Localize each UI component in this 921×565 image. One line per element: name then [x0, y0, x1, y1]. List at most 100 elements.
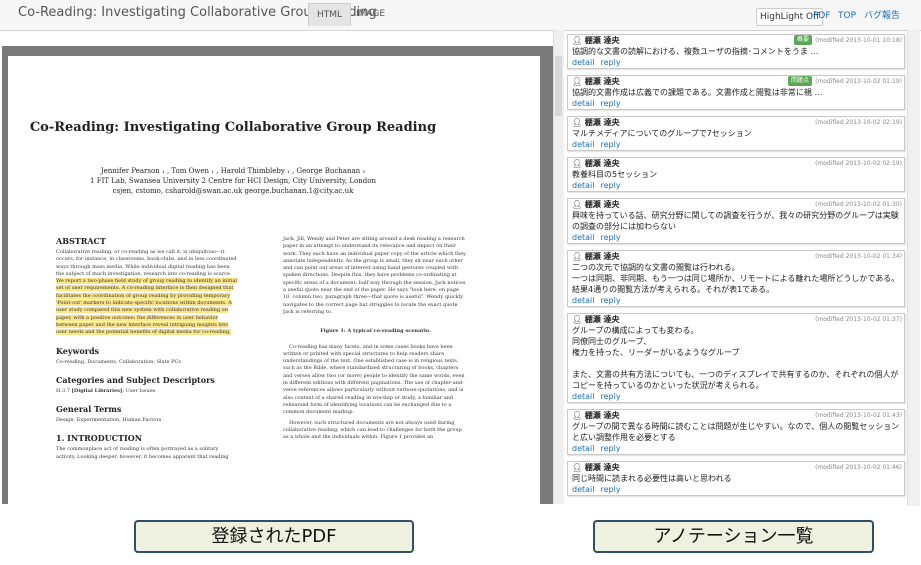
- annotation-actions: detail reply: [568, 232, 904, 243]
- intro-heading: 1. INTRODUCTION: [56, 433, 143, 444]
- annotation-text: 二つの次元で協調的な文書の閲覧は行われる。 一つは同期、非同期、もう一つは同じ場…: [572, 263, 900, 294]
- abstract-highlight[interactable]: We report a two-phase field study of gro…: [56, 278, 238, 336]
- annotation-caption-label: アノテーション一覧: [593, 520, 874, 553]
- annotation-card[interactable]: 👤︎ 棚瀬 達央 (modified 2013-10-02 01:46) 同じ時間…: [567, 461, 905, 496]
- detail-link[interactable]: detail: [572, 296, 594, 305]
- annotation-card[interactable]: 👤︎ 棚瀬 達央 問題点 (modified 2013-10-02 01:19) 協…: [567, 75, 905, 110]
- annotation-card[interactable]: 👤︎ 棚瀬 達央 (modified 2013-10-02 02:19) 教養科目…: [567, 157, 905, 192]
- pdf-link[interactable]: PDF: [813, 8, 831, 24]
- abstract-plain: Collaborative reading, or co-reading as …: [56, 249, 237, 277]
- detail-link[interactable]: detail: [572, 233, 594, 242]
- annotation-text: 教養科目の5セッション: [572, 170, 658, 179]
- annotation-date: (modified 2013-10-02 01:37): [815, 316, 902, 323]
- paper-authors-block: Jennifer Pearson ₁ , Tom Owen ₁ , Harold…: [8, 166, 458, 196]
- annotation-date: (modified 2013-10-02 02:19): [815, 119, 902, 126]
- annotation-actions: detail reply: [568, 139, 904, 150]
- annotation-date: (modified 2013-10-02 01:43): [815, 412, 902, 419]
- detail-link[interactable]: detail: [572, 444, 594, 453]
- annotation-card[interactable]: 👤︎ 棚瀬 達央 (modified 2013-10-02 01:43) グループ…: [567, 409, 905, 455]
- annotation-text: 協調的な文書の読解における、複数ユーザの指摘･コメントをうま …: [572, 47, 819, 56]
- annotation-author: 棚瀬 達央: [584, 463, 620, 472]
- detail-link[interactable]: detail: [572, 392, 594, 401]
- annotation-header: 👤︎ 棚瀬 達央 (modified 2013-10-02 01:37): [568, 314, 904, 325]
- user-icon: 👤︎: [572, 252, 583, 261]
- terms-heading: General Terms: [56, 404, 122, 415]
- pdf-scrollbar[interactable]: [553, 30, 564, 504]
- top-toolbar: Co-Reading: Investigating Collaborative …: [0, 0, 921, 31]
- user-icon: 👤︎: [572, 411, 583, 420]
- annotation-card[interactable]: 👤︎ 棚瀬 達央 (modified 2013-10-02 01:34) 二つの次…: [567, 250, 905, 307]
- user-icon: 👤︎: [572, 36, 583, 45]
- user-icon: 👤︎: [572, 200, 583, 209]
- abstract-heading: ABSTRACT: [56, 236, 106, 246]
- annotation-header: 👤︎ 棚瀬 達央 問題点 (modified 2013-10-02 01:19): [568, 76, 904, 87]
- annotation-date: (modified 2013-10-02 01:34): [815, 253, 902, 260]
- annotation-header: 👤︎ 棚瀬 達央 (modified 2013-10-02 01:30): [568, 199, 904, 210]
- annotation-header: 👤︎ 棚瀬 達央 (modified 2013-10-02 01:43): [568, 410, 904, 421]
- paper-title: Co-Reading: Investigating Collaborative …: [29, 120, 437, 135]
- annotation-text: 同じ時間に読まれる必要性は高いと思われる: [572, 474, 732, 483]
- annotation-card[interactable]: 👤︎ 棚瀬 達央 (modified 2013-10-02 01:37) グループ…: [567, 313, 905, 403]
- annotation-author: 棚瀬 達央: [584, 36, 620, 45]
- detail-link[interactable]: detail: [572, 99, 594, 108]
- annotation-actions: detail reply: [568, 98, 904, 109]
- annotation-author: 棚瀬 達央: [584, 159, 620, 168]
- annotation-badge: 問題点: [787, 76, 812, 86]
- paper-right-column: Jack, Jill, Wendy and Peter are sitting …: [283, 236, 468, 441]
- pdf-caption-label: 登録されたPDF: [134, 520, 414, 553]
- annotation-actions: detail reply: [568, 443, 904, 454]
- annotation-author: 棚瀬 達央: [584, 200, 620, 209]
- annotation-author: 棚瀬 達央: [584, 411, 620, 420]
- annotation-card[interactable]: 👤︎ 棚瀬 達央 (modified 2013-10-02 02:19) マルチメ…: [567, 116, 905, 151]
- reply-link[interactable]: reply: [600, 296, 620, 305]
- categories-heading: Categories and Subject Descriptors: [56, 374, 215, 385]
- body-paragraph-2: However, such structured documents are n…: [283, 419, 462, 441]
- annotation-text: グループの間で異なる時間に読むことは問題が生じやすい。なので、個人の閲覧セッショ…: [572, 422, 900, 442]
- annotation-text: グループの構成によっても変わる。 同僚同士のグループ、 権力を持った、リーダーが…: [572, 326, 899, 390]
- detail-link[interactable]: detail: [572, 485, 594, 494]
- pdf-scrollbar-thumb[interactable]: [555, 56, 562, 116]
- tab-image[interactable]: IMAGE: [348, 3, 393, 25]
- user-icon: 👤︎: [572, 118, 583, 127]
- paper-affiliations: 1 FIT Lab, Swansea University 2 Centre f…: [90, 177, 376, 185]
- annotation-list: 👤︎ 棚瀬 達央 概要 (modified 2013-10-01 10:18) 協調…: [567, 32, 907, 505]
- reply-link[interactable]: reply: [600, 99, 620, 108]
- annotation-header: 👤︎ 棚瀬 達央 (modified 2013-10-02 01:46): [568, 462, 904, 473]
- annotation-header: 👤︎ 棚瀬 達央 (modified 2013-10-02 02:19): [568, 158, 904, 169]
- annotation-card[interactable]: 👤︎ 棚瀬 達央 概要 (modified 2013-10-01 10:18) 協調…: [567, 34, 905, 69]
- annotation-card[interactable]: 👤︎ 棚瀬 達央 (modified 2013-10-02 01:30) 興味を持…: [567, 198, 905, 244]
- annotation-header: 👤︎ 棚瀬 達央 概要 (modified 2013-10-01 10:18): [568, 35, 904, 46]
- reply-link[interactable]: reply: [600, 58, 620, 67]
- scenario-text: Jack, Jill, Wendy and Peter are sitting …: [283, 236, 466, 315]
- detail-link[interactable]: detail: [572, 58, 594, 67]
- annotation-header: 👤︎ 棚瀬 達央 (modified 2013-10-02 02:19): [568, 117, 904, 128]
- reply-link[interactable]: reply: [600, 181, 620, 190]
- pdf-page: Co-Reading: Investigating Collaborative …: [8, 56, 540, 504]
- top-link[interactable]: TOP: [838, 8, 856, 24]
- annotation-date: (modified 2013-10-02 01:19): [815, 78, 902, 85]
- pdf-viewer[interactable]: Co-Reading: Investigating Collaborative …: [2, 46, 553, 504]
- annotation-header: 👤︎ 棚瀬 達央 (modified 2013-10-02 01:34): [568, 251, 904, 262]
- annotation-date: (modified 2013-10-02 02:19): [815, 160, 902, 167]
- annotation-author: 棚瀬 達央: [584, 252, 620, 261]
- figure-caption: Figure 1: A typical co-reading scenario.: [320, 328, 431, 335]
- annotation-badge: 概要: [793, 35, 812, 45]
- annotation-author: 棚瀬 達央: [584, 315, 620, 324]
- reply-link[interactable]: reply: [600, 485, 620, 494]
- user-icon: 👤︎: [572, 463, 583, 472]
- bug-report-link[interactable]: バグ報告: [864, 8, 900, 24]
- reply-link[interactable]: reply: [600, 444, 620, 453]
- annotation-actions: detail reply: [568, 295, 904, 306]
- reply-link[interactable]: reply: [600, 233, 620, 242]
- annotation-date: (modified 2013-10-02 01:46): [815, 464, 902, 471]
- annotation-actions: detail reply: [568, 180, 904, 191]
- detail-link[interactable]: detail: [572, 181, 594, 190]
- annotation-scrollbar[interactable]: [907, 30, 920, 506]
- reply-link[interactable]: reply: [600, 140, 620, 149]
- reply-link[interactable]: reply: [600, 392, 620, 401]
- categories-text: H.3.7 [Digital Libraries]: User Issues: [56, 387, 156, 394]
- terms-text: Design, Experimentation, Human Factors: [56, 417, 162, 424]
- annotation-date: (modified 2013-10-02 01:30): [815, 201, 902, 208]
- detail-link[interactable]: detail: [572, 140, 594, 149]
- tab-html[interactable]: HTML: [308, 3, 352, 26]
